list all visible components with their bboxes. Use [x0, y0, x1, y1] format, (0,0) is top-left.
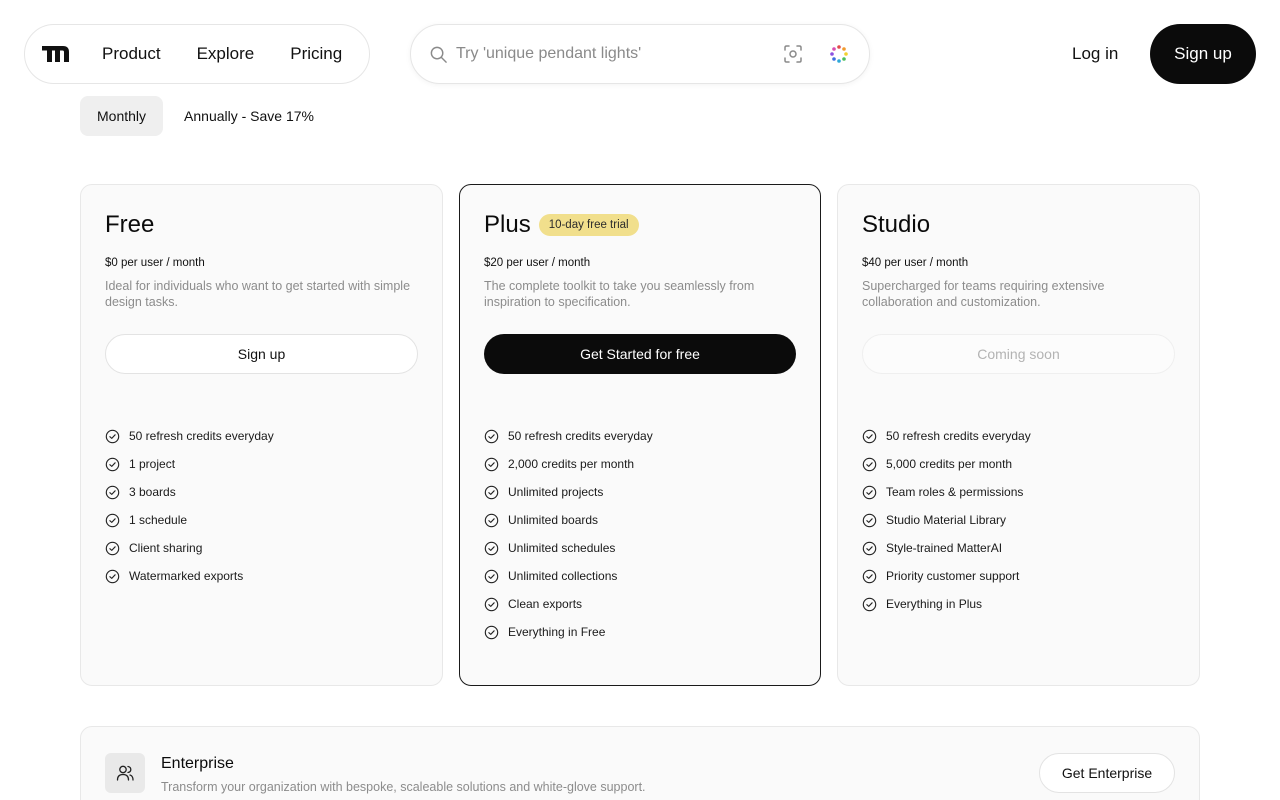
check-circle-icon	[484, 513, 499, 527]
users-icon	[116, 765, 134, 781]
check-circle-icon	[105, 457, 120, 471]
feature-item: Unlimited schedules	[484, 534, 796, 562]
feature-item: 2,000 credits per month	[484, 450, 796, 478]
plan-card-plus: Plus 10-day free trial $20 per user / mo…	[459, 184, 821, 686]
plan-description: Ideal for individuals who want to get st…	[105, 279, 411, 309]
search-icon	[430, 46, 447, 63]
check-circle-icon	[484, 457, 499, 471]
check-circle-icon	[105, 513, 120, 527]
feature-item: 5,000 credits per month	[862, 450, 1175, 478]
check-circle-icon	[862, 541, 877, 555]
login-link[interactable]: Log in	[1072, 44, 1118, 64]
feature-item: Client sharing	[105, 534, 418, 562]
check-circle-icon	[484, 597, 499, 611]
check-circle-icon	[105, 485, 120, 499]
check-circle-icon	[862, 429, 877, 443]
get-started-free-button[interactable]: Get Started for free	[484, 334, 796, 374]
feature-item: 50 refresh credits everyday	[105, 422, 418, 450]
feature-list: 50 refresh credits everyday 1 project 3 …	[105, 422, 418, 590]
feature-item: 50 refresh credits everyday	[484, 422, 796, 450]
main-nav: Product Explore Pricing	[24, 24, 370, 84]
plan-name: Free	[105, 211, 155, 238]
check-circle-icon	[105, 541, 120, 555]
get-enterprise-button[interactable]: Get Enterprise	[1039, 753, 1175, 793]
check-circle-icon	[862, 569, 877, 583]
search-bar	[410, 24, 870, 84]
feature-item: Everything in Plus	[862, 590, 1175, 618]
feature-item: Watermarked exports	[105, 562, 418, 590]
plan-price: $20 per user / month	[484, 257, 591, 269]
feature-item: Unlimited boards	[484, 506, 796, 534]
feature-item: Style-trained MatterAI	[862, 534, 1175, 562]
plan-card-free: Free $0 per user / month Ideal for indiv…	[80, 184, 443, 686]
feature-list: 50 refresh credits everyday 5,000 credit…	[862, 422, 1175, 618]
feature-item: Clean exports	[484, 590, 796, 618]
feature-item: Unlimited collections	[484, 562, 796, 590]
plan-description: The complete toolkit to take you seamles…	[484, 279, 755, 309]
trial-badge: 10-day free trial	[538, 214, 639, 236]
check-circle-icon	[105, 569, 120, 583]
feature-item: Priority customer support	[862, 562, 1175, 590]
nav-link-explore[interactable]: Explore	[197, 44, 255, 64]
loading-spinner-icon	[830, 45, 848, 63]
feature-item: 3 boards	[105, 478, 418, 506]
check-circle-icon	[862, 457, 877, 471]
check-circle-icon	[484, 429, 499, 443]
feature-item: 1 project	[105, 450, 418, 478]
search-input[interactable]	[456, 45, 756, 63]
enterprise-description: Transform your organization with bespoke…	[161, 780, 646, 794]
check-circle-icon	[862, 485, 877, 499]
feature-item: 50 refresh credits everyday	[862, 422, 1175, 450]
feature-item: Studio Material Library	[862, 506, 1175, 534]
enterprise-icon-box	[105, 753, 145, 793]
plan-price: $40 per user / month	[862, 257, 969, 269]
nav-link-product[interactable]: Product	[102, 44, 161, 64]
feature-list: 50 refresh credits everyday 2,000 credit…	[484, 422, 796, 646]
check-circle-icon	[484, 541, 499, 555]
plan-name: Studio	[862, 211, 931, 238]
enterprise-title: Enterprise	[161, 755, 234, 772]
feature-item: Everything in Free	[484, 618, 796, 646]
signup-button[interactable]: Sign up	[1150, 24, 1256, 84]
plan-card-studio: Studio $40 per user / month Supercharged…	[837, 184, 1200, 686]
plan-name: Plus	[484, 211, 531, 238]
billing-toggle: Monthly Annually - Save 17%	[80, 96, 331, 136]
free-signup-button[interactable]: Sign up	[105, 334, 418, 374]
enterprise-banner: Enterprise Transform your organization w…	[80, 726, 1200, 800]
check-circle-icon	[862, 597, 877, 611]
visual-search-icon[interactable]	[783, 44, 803, 64]
check-circle-icon	[862, 513, 877, 527]
plan-price: $0 per user / month	[105, 257, 205, 269]
plan-description: Supercharged for teams requiring extensi…	[862, 279, 1105, 309]
check-circle-icon	[105, 429, 120, 443]
feature-item: Team roles & permissions	[862, 478, 1175, 506]
feature-item: Unlimited projects	[484, 478, 796, 506]
brand-logo-icon[interactable]	[42, 46, 69, 62]
check-circle-icon	[484, 569, 499, 583]
nav-link-pricing[interactable]: Pricing	[290, 44, 342, 64]
billing-annual-option[interactable]: Annually - Save 17%	[163, 96, 331, 136]
nav-links: Product Explore Pricing	[102, 44, 342, 64]
check-circle-icon	[484, 625, 499, 639]
check-circle-icon	[484, 485, 499, 499]
coming-soon-button: Coming soon	[862, 334, 1175, 374]
billing-monthly-option[interactable]: Monthly	[80, 96, 164, 136]
feature-item: 1 schedule	[105, 506, 418, 534]
